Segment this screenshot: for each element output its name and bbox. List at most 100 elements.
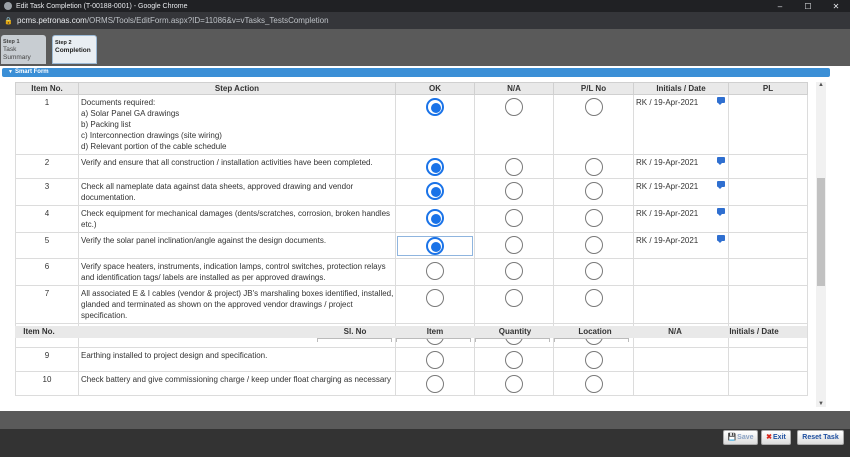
table-row: 3 Check all nameplate data against data s… xyxy=(15,178,808,206)
sl-no-input[interactable] xyxy=(317,338,392,342)
pl-no-cell xyxy=(553,258,634,286)
item-no-cell: 2 xyxy=(15,154,79,179)
ok-radio[interactable] xyxy=(426,375,444,393)
ok-radio[interactable] xyxy=(426,262,444,280)
na-radio[interactable] xyxy=(505,98,523,116)
item-no-cell: 5 xyxy=(15,232,79,259)
pl-no-cell xyxy=(553,371,634,396)
comment-icon[interactable] xyxy=(717,208,725,216)
ok-cell xyxy=(395,154,475,179)
na-radio[interactable] xyxy=(505,375,523,393)
exit-button[interactable]: ✖Exit xyxy=(761,430,791,445)
location-input[interactable] xyxy=(554,338,629,342)
close-button[interactable]: ✕ xyxy=(822,2,850,11)
item-no-cell: 3 xyxy=(15,178,79,206)
na-radio[interactable] xyxy=(505,209,523,227)
table-row: 9 Earthing installed to project design an… xyxy=(15,347,808,372)
na-radio[interactable] xyxy=(505,262,523,280)
ok-cell xyxy=(395,258,475,286)
na-cell xyxy=(474,154,554,179)
step-tab-task-summary[interactable]: Step 1 Task Summary xyxy=(1,35,46,64)
na-radio[interactable] xyxy=(505,236,523,254)
pl-no-radio[interactable] xyxy=(584,262,603,280)
pl-cell xyxy=(717,154,808,179)
table-row: 1 Documents required: a) Solar Panel GA d… xyxy=(15,94,808,155)
step-action-cell: All associated E & I cables (vendor & pr… xyxy=(78,285,396,324)
ok-radio[interactable] xyxy=(426,98,444,116)
na-radio[interactable] xyxy=(505,289,523,307)
address-bar[interactable]: 🔒 pcms.petronas.com/ORMS/Tools/EditForm.… xyxy=(0,12,850,29)
save-icon: 💾 xyxy=(727,434,737,441)
footer-bar xyxy=(0,411,850,429)
na-radio[interactable] xyxy=(505,158,523,176)
save-label: Save xyxy=(737,434,754,441)
sub-col-quantity: Quantity xyxy=(498,327,532,336)
pl-no-radio[interactable] xyxy=(584,236,603,254)
close-icon: ✖ xyxy=(766,434,773,441)
step-action-cell: Check equipment for mechanical damages (… xyxy=(78,205,396,233)
minimize-button[interactable]: – xyxy=(766,2,794,11)
save-button[interactable]: 💾Save xyxy=(723,430,758,445)
step-label: Completion xyxy=(55,47,91,54)
url-text[interactable]: pcms.petronas.com/ORMS/Tools/EditForm.as… xyxy=(17,16,329,25)
vertical-scrollbar[interactable]: ▲ ▼ xyxy=(816,82,826,407)
pl-no-radio[interactable] xyxy=(584,351,603,369)
na-radio[interactable] xyxy=(505,182,523,200)
ok-radio[interactable] xyxy=(426,158,444,176)
step-number: Step 1 xyxy=(3,39,20,45)
pl-no-radio[interactable] xyxy=(584,182,603,200)
pl-cell xyxy=(717,232,808,259)
step-label: Task Summary xyxy=(3,46,31,61)
reset-task-button[interactable]: Reset Task xyxy=(797,430,844,445)
scroll-up-icon[interactable]: ▲ xyxy=(818,82,824,88)
url-host: pcms.petronas.com xyxy=(17,16,87,25)
pl-no-radio[interactable] xyxy=(584,289,603,307)
scrollbar-thumb[interactable] xyxy=(817,178,825,286)
maximize-button[interactable]: ☐ xyxy=(794,2,822,11)
na-cell xyxy=(474,285,554,324)
pl-no-radio[interactable] xyxy=(584,98,603,116)
pl-no-cell xyxy=(553,205,634,233)
ok-radio[interactable] xyxy=(426,209,444,227)
smart-form-panel: ▼ Smart Form Item No. Step Action OK N/A … xyxy=(0,66,850,411)
ok-radio[interactable] xyxy=(426,351,444,369)
na-radio[interactable] xyxy=(505,351,523,369)
step-action-cell: Verify and ensure that all construction … xyxy=(78,154,396,179)
initials-date-cell xyxy=(633,347,729,372)
table-row: 6 Verify space heaters, instruments, indi… xyxy=(15,258,808,286)
browser-titlebar: Edit Task Completion (T-00188-0001) - Go… xyxy=(0,0,850,12)
na-cell xyxy=(474,258,554,286)
pl-no-radio[interactable] xyxy=(584,375,603,393)
exit-label: Exit xyxy=(773,434,786,441)
na-cell xyxy=(474,232,554,259)
initials-date-cell: RK / 19-Apr-2021 xyxy=(633,205,729,233)
step-action-cell: Verify space heaters, instruments, indic… xyxy=(78,258,396,286)
initials-date-cell xyxy=(633,371,729,396)
pl-no-cell xyxy=(553,232,634,259)
step-tab-completion[interactable]: Step 2 Completion xyxy=(52,35,97,64)
sub-col-initials-date: Initials / Date xyxy=(729,327,779,336)
comment-icon[interactable] xyxy=(717,181,725,189)
item-no-cell: 1 xyxy=(15,94,79,155)
smart-form-header[interactable]: ▼ Smart Form xyxy=(2,68,830,77)
quantity-input[interactable] xyxy=(475,338,550,342)
comment-icon[interactable] xyxy=(717,157,725,165)
lock-icon: 🔒 xyxy=(4,17,13,25)
chrome-app-icon xyxy=(4,2,12,10)
collapse-triangle-icon: ▼ xyxy=(8,69,13,75)
comment-icon[interactable] xyxy=(717,97,725,105)
ok-cell xyxy=(395,94,475,155)
sub-col-sl-no: Sl. No xyxy=(343,327,367,336)
ok-radio[interactable] xyxy=(426,182,444,200)
pl-no-radio[interactable] xyxy=(584,158,603,176)
url-path: /ORMS/Tools/EditForm.aspx?ID=11086&v=vTa… xyxy=(86,16,329,25)
comment-icon[interactable] xyxy=(717,235,725,243)
table-row: 5 Verify the solar panel inclination/angl… xyxy=(15,232,808,259)
scroll-down-icon[interactable]: ▼ xyxy=(818,401,824,407)
pl-no-radio[interactable] xyxy=(584,209,603,227)
pl-no-cell xyxy=(553,285,634,324)
ok-radio[interactable] xyxy=(426,289,444,307)
ok-radio[interactable] xyxy=(426,237,444,255)
step-action-cell: Earthing installed to project design and… xyxy=(78,347,396,372)
item-input[interactable] xyxy=(396,338,471,342)
